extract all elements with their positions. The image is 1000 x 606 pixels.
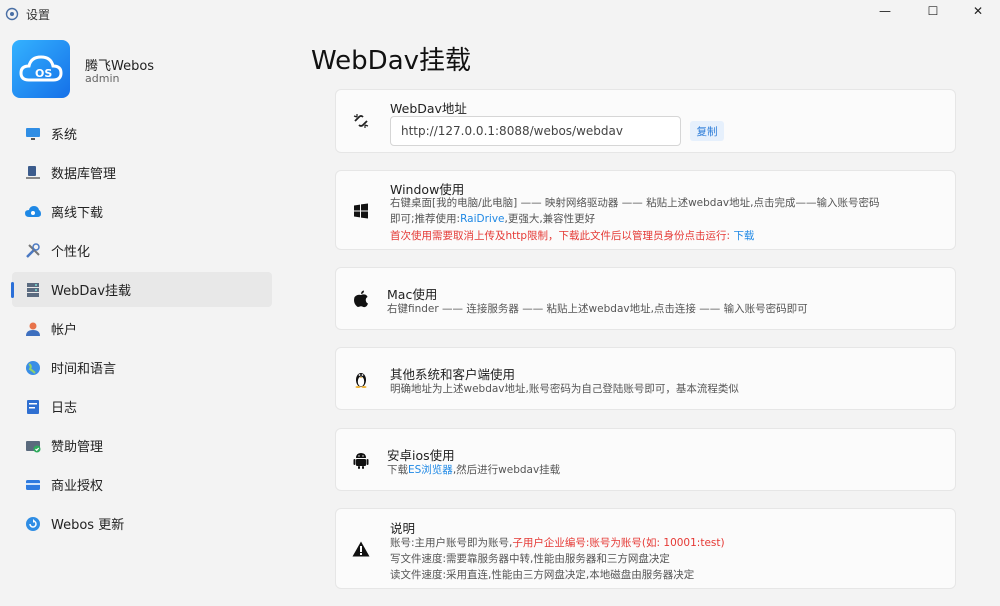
webdav-url-input[interactable] <box>390 116 681 146</box>
log-icon <box>24 398 42 416</box>
raidrive-link[interactable]: RaiDrive <box>460 213 504 225</box>
database-icon <box>24 164 42 182</box>
sidebar-item-personalization[interactable]: 个性化 <box>12 233 272 268</box>
page-title: WebDav挂载 <box>311 46 472 76</box>
webdav-address-card: WebDav地址 复制 <box>335 89 956 153</box>
notes-line3: 读文件速度:采用直连,性能由三方网盘决定,本地磁盘由服务器决定 <box>390 569 695 581</box>
title-bar: 设置 — ☐ ✕ <box>0 0 1000 28</box>
sidebar-item-webdav[interactable]: WebDav挂载 <box>11 272 272 307</box>
windows-usage-warning: 首次使用需要取消上传及http限制，下载此文件后以管理员身份点击运行: 下载 <box>390 230 755 242</box>
link-broken-icon <box>352 112 370 130</box>
other-systems-line1: 明确地址为上述webdav地址,账号密码为自己登陆账号即可，基本流程类似 <box>390 383 739 395</box>
sidebar-item-webos-update[interactable]: Webos 更新 <box>12 506 272 541</box>
close-button[interactable]: ✕ <box>956 0 1000 22</box>
maximize-button[interactable]: ☐ <box>911 0 955 22</box>
notes-line1: 账号:主用户账号即为账号,子用户企业编号:账号为账号(如: 10001:test… <box>390 537 725 549</box>
cloud-logo-icon: OS <box>19 55 63 82</box>
sidebar-item-license[interactable]: 商业授权 <box>12 467 272 502</box>
windows-usage-line1: 右键桌面[我的电脑/此电脑] —— 映射网络驱动器 —— 粘贴上述webdav地… <box>390 197 880 209</box>
mac-usage-card: Mac使用 右键finder —— 连接服务器 —— 粘贴上述webdav地址,… <box>335 267 956 330</box>
settings-app-icon <box>5 6 19 21</box>
linux-penguin-icon <box>352 370 370 388</box>
windows-logo-icon <box>352 202 370 220</box>
globe-icon <box>24 359 42 377</box>
user-profile: OS 腾飞Webos admin <box>12 40 272 100</box>
download-link[interactable]: 下载 <box>733 230 754 242</box>
svg-text:OS: OS <box>35 67 52 80</box>
windows-usage-line2: 即可;推荐使用:RaiDrive,更强大,兼容性更好 <box>390 213 596 225</box>
card-icon <box>24 476 42 494</box>
tools-icon <box>24 242 42 260</box>
notes-line2: 写文件速度:需要靠服务器中转,性能由服务器和三方网盘决定 <box>390 553 670 565</box>
server-icon <box>24 281 42 299</box>
sidebar-nav: 系统 数据库管理 离线下载 个性化 WebDav挂载 帐户 时间和语言 日志 赞… <box>11 116 272 545</box>
cloud-download-icon <box>24 203 42 221</box>
sidebar-item-offline-download[interactable]: 离线下载 <box>12 194 272 229</box>
minimize-button[interactable]: — <box>863 0 907 22</box>
notes-card: 说明 账号:主用户账号即为账号,子用户企业编号:账号为账号(如: 10001:t… <box>335 508 956 589</box>
other-systems-card: 其他系统和客户端使用 明确地址为上述webdav地址,账号密码为自己登陆账号即可… <box>335 347 956 410</box>
user-icon <box>24 320 42 338</box>
profile-username: admin <box>85 72 120 85</box>
mac-usage-line1: 右键finder —— 连接服务器 —— 粘贴上述webdav地址,点击连接 —… <box>387 303 808 315</box>
android-ios-line1: 下载ES浏览器,然后进行webdav挂载 <box>387 464 561 476</box>
sidebar-item-account[interactable]: 帐户 <box>12 311 272 346</box>
es-browser-link[interactable]: ES浏览器 <box>408 464 453 476</box>
sidebar-item-time-language[interactable]: 时间和语言 <box>12 350 272 385</box>
android-icon <box>352 451 370 469</box>
avatar: OS <box>12 40 70 98</box>
sidebar-item-log[interactable]: 日志 <box>12 389 272 424</box>
sidebar-item-database[interactable]: 数据库管理 <box>12 155 272 190</box>
warning-icon <box>352 540 370 558</box>
windows-usage-card: Window使用 右键桌面[我的电脑/此电脑] —— 映射网络驱动器 —— 粘贴… <box>335 170 956 250</box>
monitor-icon <box>24 125 42 143</box>
update-icon <box>24 515 42 533</box>
sidebar-item-system[interactable]: 系统 <box>12 116 272 151</box>
window-title: 设置 <box>26 8 51 22</box>
sponsor-icon <box>24 437 42 455</box>
webdav-address-title: WebDav地址 <box>390 101 467 116</box>
apple-logo-icon <box>352 290 370 308</box>
android-ios-card: 安卓ios使用 下载ES浏览器,然后进行webdav挂载 <box>335 428 956 491</box>
sidebar-item-sponsor[interactable]: 赞助管理 <box>12 428 272 463</box>
copy-button[interactable]: 复制 <box>690 121 724 141</box>
